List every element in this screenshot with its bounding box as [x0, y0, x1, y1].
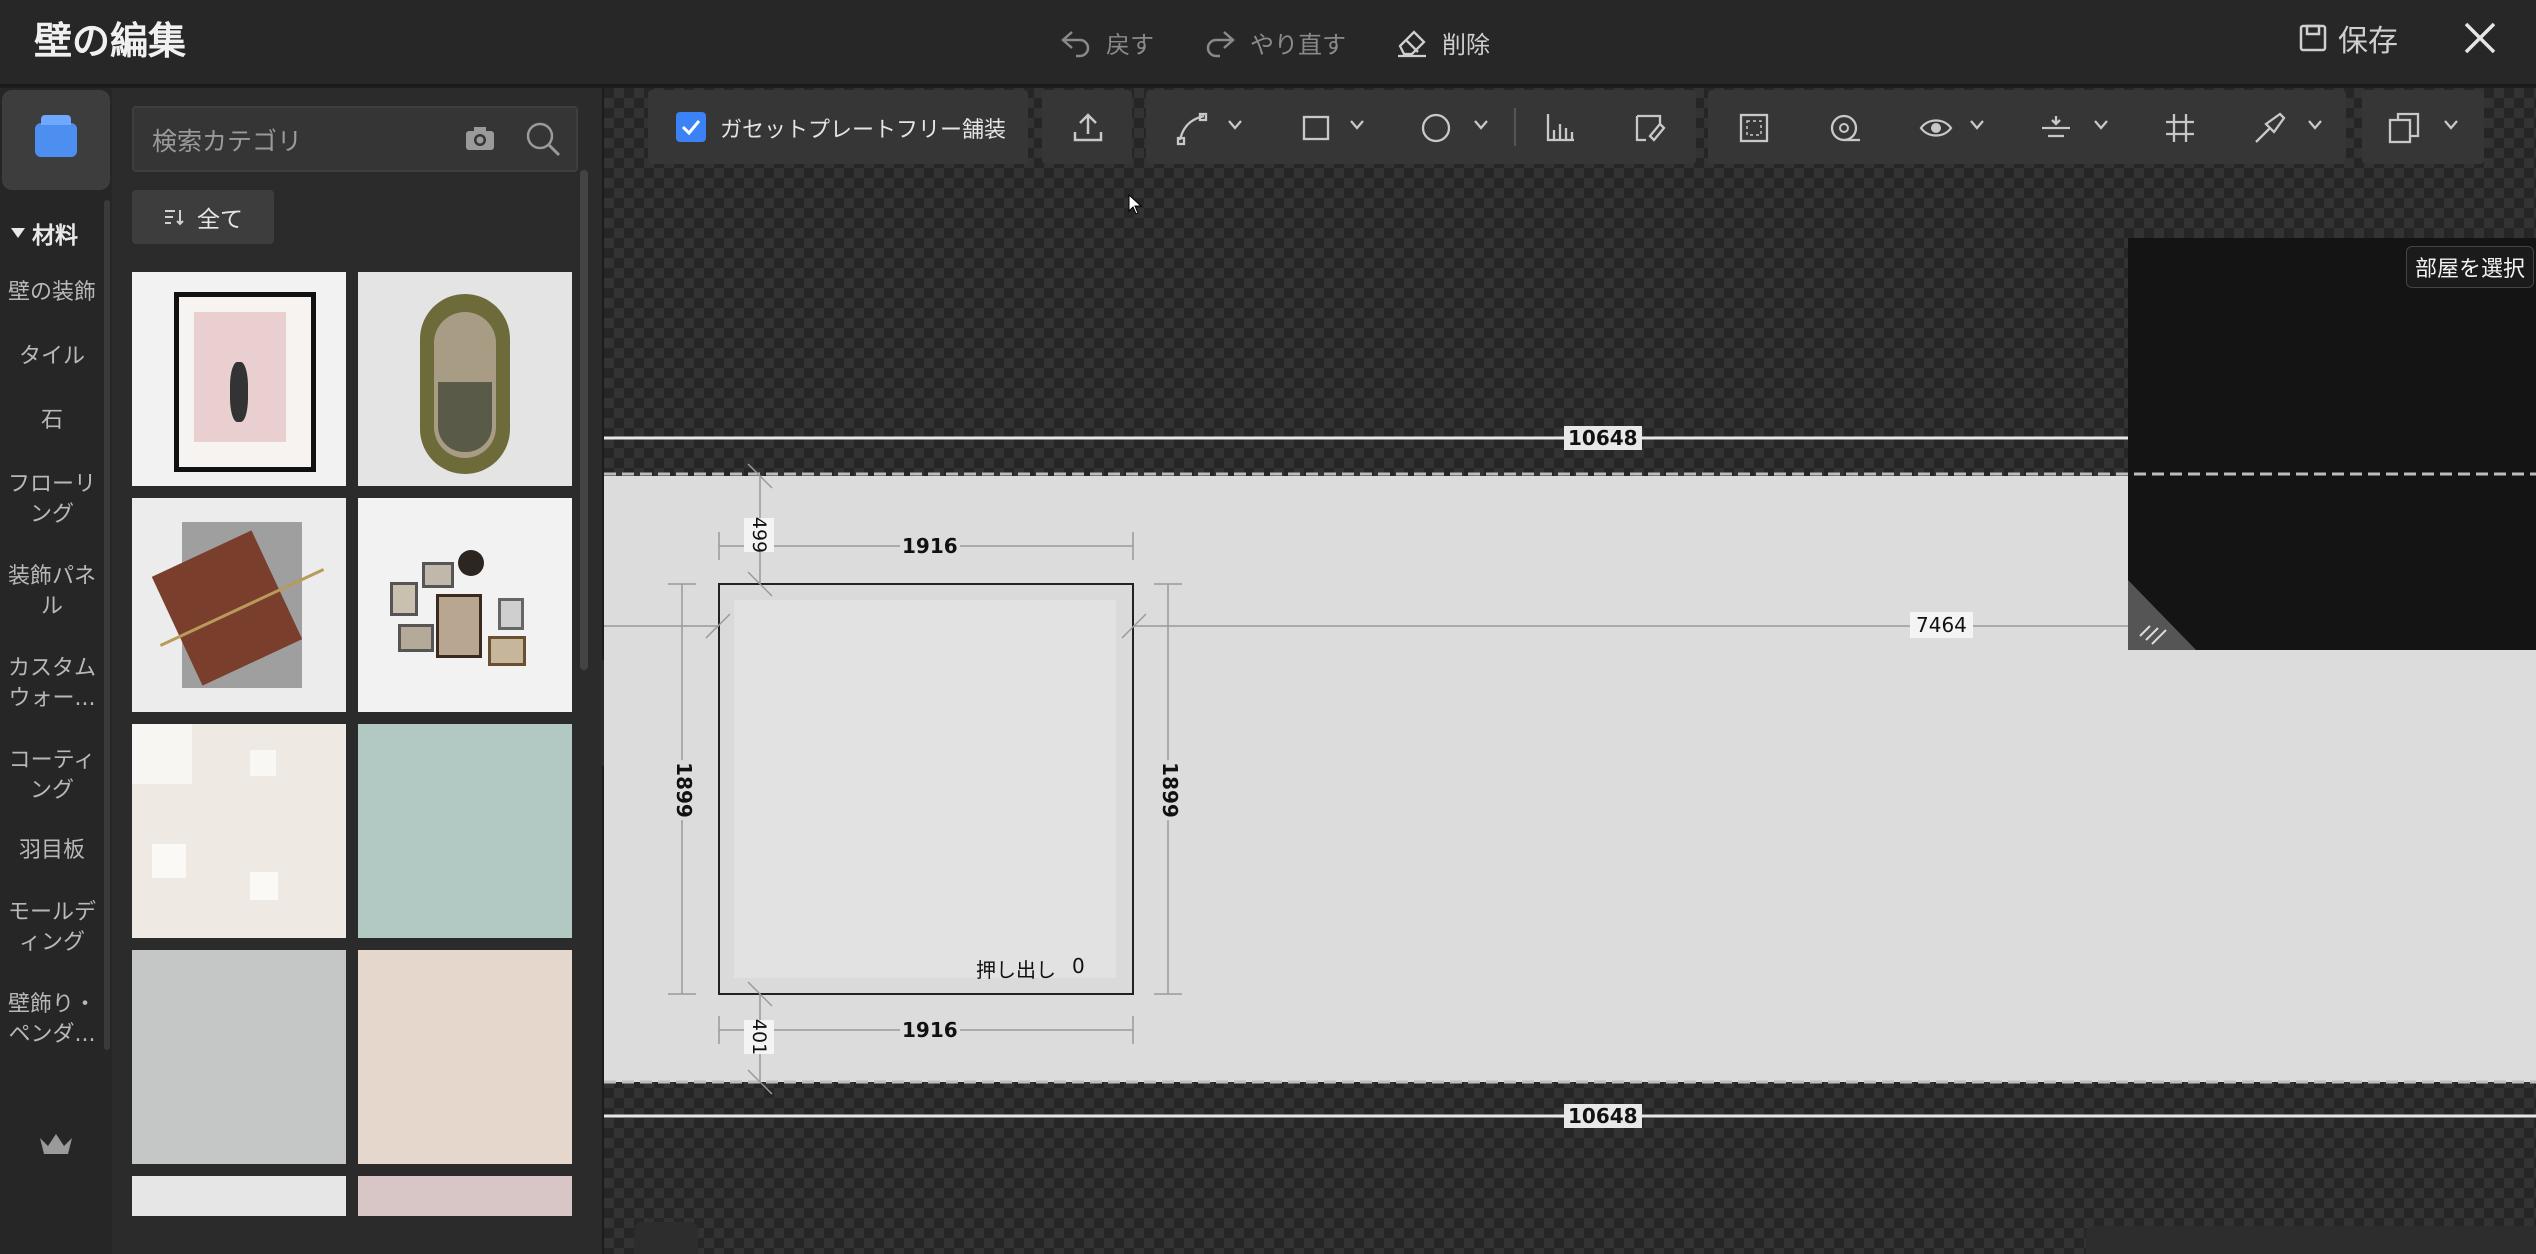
extrude-label: 押し出し: [976, 958, 1056, 982]
offset-top-value: 499: [748, 516, 771, 554]
offset-bottom-value: 401: [748, 1018, 771, 1056]
view-mode-toggle[interactable]: [634, 1222, 698, 1254]
extrude-value: 0: [1072, 954, 1085, 978]
corner-grip[interactable]: [2128, 580, 2196, 650]
opening-rectangle[interactable]: [718, 583, 1134, 995]
zoom-control-bar[interactable]: [2086, 1226, 2536, 1254]
dimension-overlay: [604, 436, 2536, 1118]
opening-width-bottom-label[interactable]: 1916: [900, 1018, 960, 1042]
wall-width-bottom-label[interactable]: 10648: [1564, 1104, 1642, 1128]
extrude-control[interactable]: 押し出し 0: [976, 954, 1085, 983]
opening-height-right-label[interactable]: 1899: [1157, 760, 1182, 820]
opening-width-top-label[interactable]: 1916: [900, 534, 960, 558]
opening-height-left-label[interactable]: 1899: [671, 760, 696, 820]
offset-top-input[interactable]: 499: [744, 516, 774, 554]
wall-width-top-label[interactable]: 10648: [1564, 426, 1642, 450]
offset-bottom-input[interactable]: 401: [744, 1018, 774, 1056]
offset-right-input[interactable]: 7464: [1910, 612, 1973, 638]
mouse-cursor-icon: [1128, 194, 1143, 215]
